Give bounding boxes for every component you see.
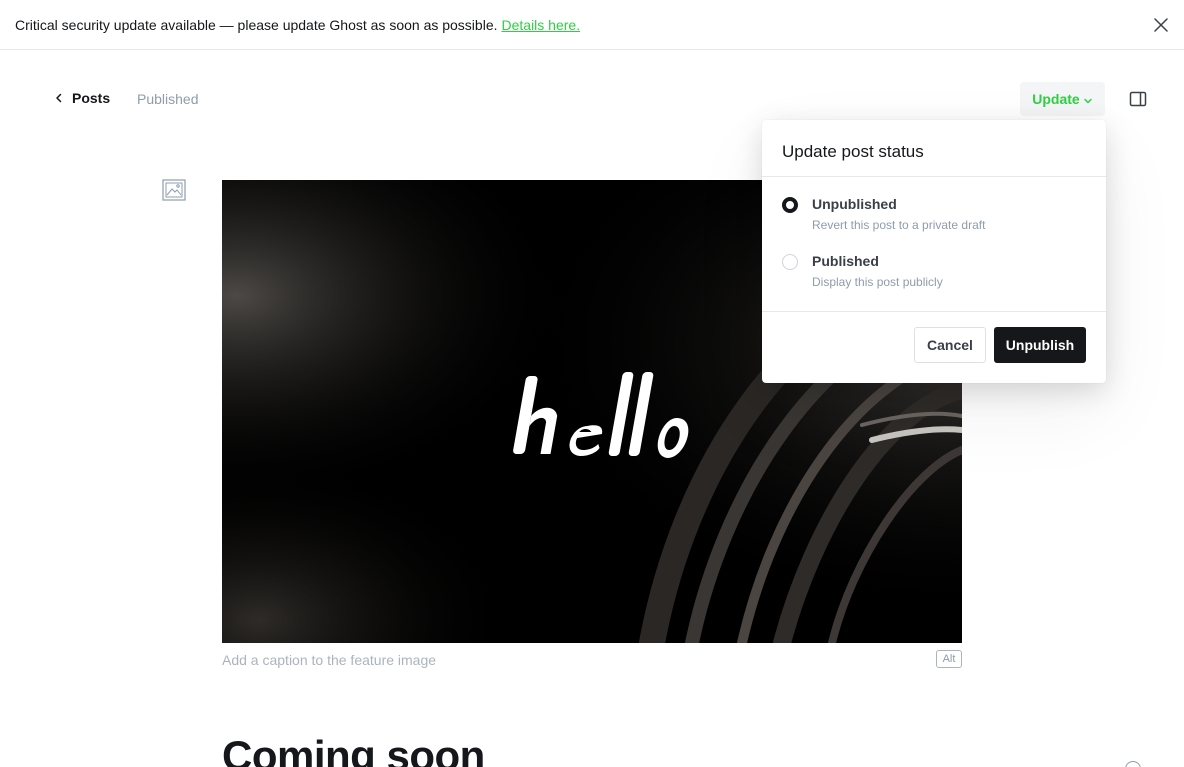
close-icon[interactable] <box>1152 16 1170 34</box>
alt-text-button[interactable]: Alt <box>936 650 962 668</box>
popup-title: Update post status <box>782 142 924 161</box>
back-to-posts-link[interactable]: Posts <box>54 90 110 106</box>
unpublish-button[interactable]: Unpublish <box>994 327 1086 363</box>
radio-published[interactable] <box>782 254 798 270</box>
editor-header: Posts Published Update <box>0 82 1184 116</box>
update-status-popup: Update post status Unpublished Revert th… <box>762 120 1106 383</box>
help-icon[interactable] <box>1125 761 1141 767</box>
sidebar-toggle-icon[interactable] <box>1129 90 1147 108</box>
banner-message: Critical security update available — ple… <box>15 16 498 33</box>
back-label: Posts <box>72 90 111 106</box>
option-label: Unpublished <box>812 196 897 212</box>
option-label: Published <box>812 253 879 269</box>
option-published[interactable]: Published Display this post publicly <box>782 253 1086 297</box>
option-unpublished[interactable]: Unpublished Revert this post to a privat… <box>782 196 1086 240</box>
divider <box>762 176 1106 177</box>
image-icon[interactable] <box>162 179 186 201</box>
update-label: Update <box>1032 91 1080 107</box>
chevron-down-icon <box>1083 98 1092 103</box>
post-title[interactable]: Coming soon <box>222 732 485 767</box>
option-description: Revert this post to a private draft <box>812 218 986 232</box>
divider <box>762 311 1106 312</box>
option-description: Display this post publicly <box>812 275 943 289</box>
details-link[interactable]: Details here. <box>502 17 581 33</box>
chevron-left-icon <box>56 93 62 103</box>
radio-unpublished[interactable] <box>782 197 798 213</box>
security-update-banner: Critical security update available — ple… <box>0 0 1184 50</box>
post-status: Published <box>137 91 199 107</box>
caption-input[interactable]: Add a caption to the feature image <box>222 652 436 668</box>
update-button[interactable]: Update <box>1020 82 1105 116</box>
cancel-button[interactable]: Cancel <box>914 327 986 363</box>
